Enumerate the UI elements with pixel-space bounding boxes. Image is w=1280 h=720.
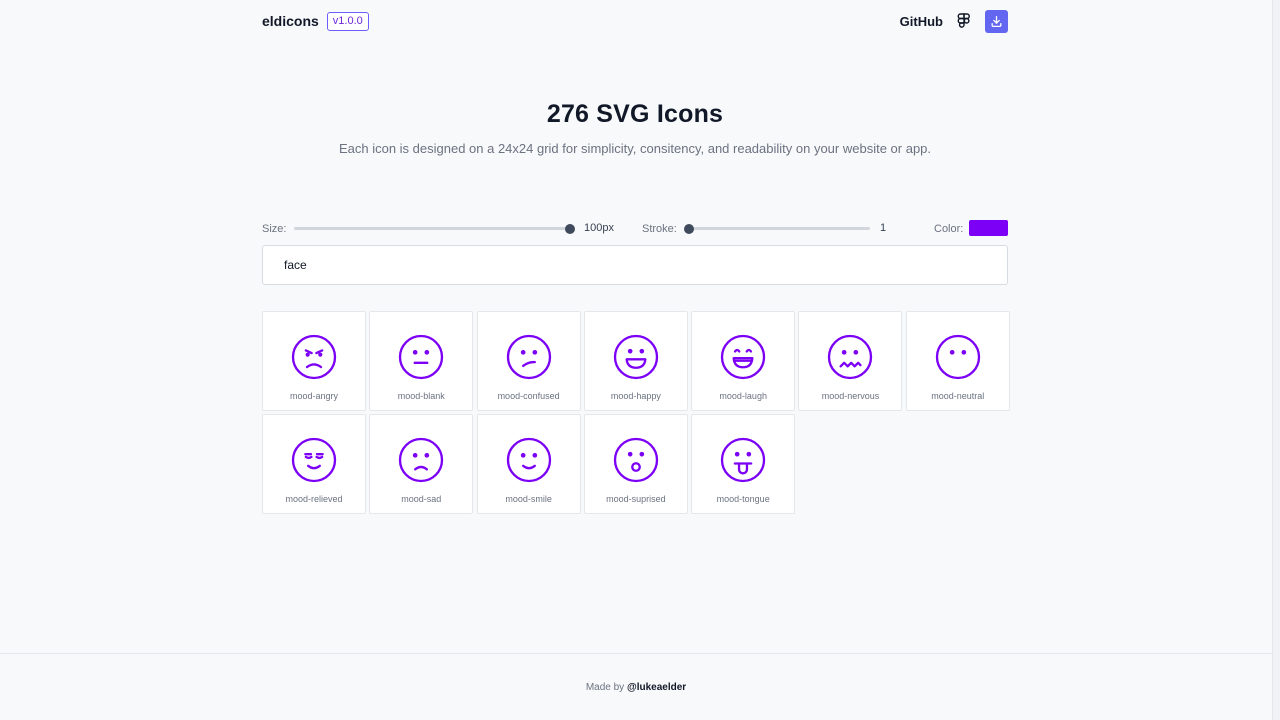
mood-tongue-icon	[721, 438, 766, 483]
size-slider[interactable]	[294, 223, 575, 234]
search-box[interactable]	[262, 245, 1008, 285]
version-badge: v1.0.0	[326, 11, 369, 31]
icon-card[interactable]: mood-happy	[583, 311, 688, 411]
brand: eldicons v1.0.0	[262, 11, 369, 31]
icon-label: mood-tongue	[716, 494, 770, 505]
hero: 276 SVG Icons Each icon is designed on a…	[262, 100, 1008, 156]
icon-card[interactable]: mood-smile	[476, 414, 581, 515]
search-input[interactable]	[284, 258, 1007, 272]
icon-card[interactable]: mood-laugh	[691, 311, 796, 411]
icon-label: mood-angry	[289, 391, 339, 401]
icon-label: mood-smile	[505, 494, 552, 505]
author-link[interactable]: @lukeaelder	[627, 682, 686, 693]
icon-card[interactable]: mood-neutral	[905, 311, 1010, 411]
download-button[interactable]	[985, 9, 1008, 33]
mood-confused-icon	[506, 334, 551, 380]
footer: Made by @lukeaelder	[0, 653, 1272, 720]
mood-laugh-icon	[721, 334, 766, 380]
icon-card[interactable]: mood-confused	[476, 311, 581, 411]
icon-label: mood-sad	[401, 494, 442, 505]
mood-sad-icon	[399, 438, 444, 483]
icon-card[interactable]: mood-sad	[369, 414, 474, 515]
stroke-value: 1	[880, 222, 887, 234]
size-label: Size:	[262, 222, 287, 235]
icon-label: mood-relieved	[285, 494, 343, 505]
controls-bar: Size: 100px Stroke: 1 Color:	[262, 220, 1008, 237]
mood-nervous-icon	[828, 334, 873, 380]
top-nav: GitHub	[900, 9, 1008, 33]
icon-label: mood-neutral	[931, 391, 985, 401]
stroke-slider-thumb[interactable]	[684, 223, 694, 234]
mood-blank-icon	[399, 334, 444, 380]
stroke-label: Stroke:	[642, 222, 677, 235]
color-label: Color:	[934, 222, 964, 235]
icon-label: mood-blank	[397, 391, 445, 401]
page-title: 276 SVG Icons	[546, 100, 724, 128]
scrollbar[interactable]	[1272, 0, 1280, 720]
icon-label: mood-happy	[610, 391, 661, 401]
icon-card[interactable]: mood-relieved	[262, 414, 366, 515]
stroke-slider[interactable]	[684, 223, 870, 234]
color-picker[interactable]	[969, 220, 1008, 236]
icon-label: mood-confused	[497, 391, 560, 401]
mood-neutral-icon	[935, 334, 980, 380]
icon-label: mood-suprised	[606, 494, 666, 505]
icon-grid: mood-angry mood-blank mood-confused mood-ha…	[262, 311, 1010, 515]
logo[interactable]: eldicons	[262, 13, 319, 29]
size-value: 100px	[584, 222, 614, 234]
icon-card[interactable]: mood-angry	[262, 311, 366, 411]
mood-happy-icon	[613, 334, 659, 380]
mood-smile-icon	[506, 438, 551, 483]
size-slider-thumb[interactable]	[565, 223, 575, 234]
icon-label: mood-nervous	[821, 391, 880, 401]
download-icon	[991, 15, 1002, 27]
icon-card[interactable]: mood-nervous	[798, 311, 903, 411]
icon-card[interactable]: mood-tongue	[691, 414, 796, 515]
figma-icon[interactable]	[957, 13, 971, 29]
mood-angry-icon	[291, 334, 337, 380]
icon-label: mood-laugh	[719, 391, 767, 401]
footer-prefix: Made by	[585, 682, 625, 693]
mood-suprised-icon	[613, 438, 659, 483]
icon-card[interactable]: mood-blank	[369, 311, 474, 411]
mood-relieved-icon	[291, 438, 337, 483]
icon-card[interactable]: mood-suprised	[583, 414, 688, 515]
header: eldicons v1.0.0 GitHub	[262, 8, 1008, 34]
page-subtitle: Each icon is designed on a 24x24 grid fo…	[338, 141, 932, 156]
github-link[interactable]: GitHub	[900, 14, 943, 29]
